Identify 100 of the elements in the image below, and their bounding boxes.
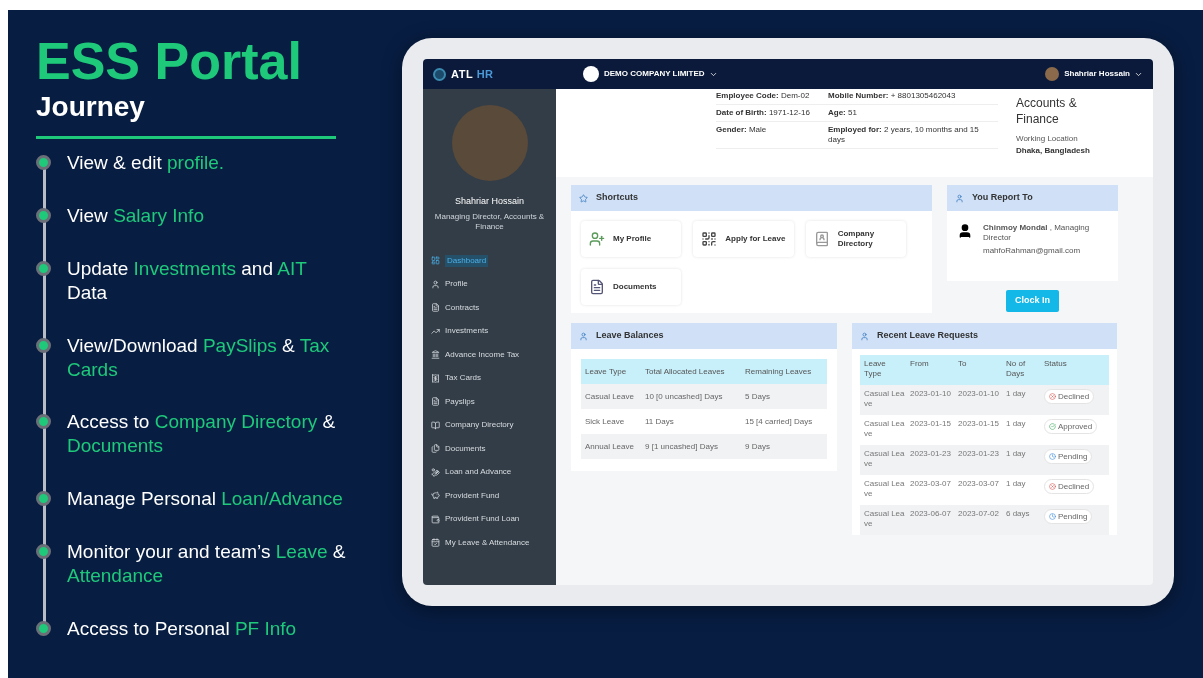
sidebar-user-name: Shahriar Hossain <box>454 195 524 208</box>
table-cell-text: 11 Days <box>645 415 675 428</box>
shortcut-label: Apply for Leave <box>725 234 786 244</box>
status-icon <box>1049 453 1056 460</box>
sidebar-item-label: Dashboard <box>445 254 489 267</box>
profile-field: Employed for: 2 years, 10 months and 15 days <box>828 125 998 149</box>
shortcut-tile[interactable]: Apply for Leave <box>693 221 794 257</box>
person-icon <box>860 331 869 341</box>
sidebar-item-label: Investments <box>445 325 489 338</box>
table-cell-text: 2023-01-15 <box>958 419 1000 429</box>
sidebar-item[interactable]: Loan and Advance <box>429 461 550 484</box>
person-icon <box>957 223 973 239</box>
table-cell-text: 1 day <box>1006 419 1027 429</box>
slide-subtitle: Journey <box>36 90 146 124</box>
status-icon <box>1049 483 1056 490</box>
wallet-icon <box>431 514 440 524</box>
person-icon <box>579 331 588 341</box>
column-header: Status <box>1044 359 1068 369</box>
company-selector[interactable]: DEMO COMPANY LIMITED <box>604 68 718 80</box>
table-cell-text: Casual Leave <box>864 509 906 529</box>
sidebar-item-label: Tax Cards <box>445 372 481 385</box>
column-header: Remaining Leaves <box>745 365 813 378</box>
chart-icon <box>431 326 440 336</box>
sidebar-item[interactable]: Profile <box>429 273 550 296</box>
sidebar-item[interactable]: Provident Fund Loan <box>429 508 550 531</box>
table-cell-text: 6 days <box>1006 509 1031 519</box>
sidebar-item-label: Advance Income Tax <box>445 348 520 361</box>
journey-step: Monitor your and team’s Leave & Attendance <box>67 540 346 589</box>
logo: ATL HR <box>451 66 495 82</box>
sidebar-item[interactable]: Provident Fund <box>429 484 550 507</box>
sidebar-item[interactable]: My Leave & Attendance <box>429 531 550 554</box>
column-header: No of Days <box>1006 359 1027 379</box>
journey-step: Manage Personal Loan/Advance <box>67 487 343 512</box>
shortcut-label: My Profile <box>613 234 652 244</box>
sidebar-item-label: Payslips <box>445 395 475 408</box>
contact-book-icon <box>813 231 830 247</box>
table-cell-text: 2023-06-07 <box>910 509 952 519</box>
shortcut-label: Company Directory <box>837 229 876 249</box>
journey-step: Access to Personal PF Info <box>67 616 297 641</box>
department: Accounts & Finance <box>1016 95 1078 127</box>
table-cell-text: Annual Leave <box>585 440 635 453</box>
table-cell-text: 1 day <box>1006 449 1027 459</box>
sidebar-item-label: My Leave & Attendance <box>445 536 530 549</box>
sidebar-item[interactable]: Company Directory <box>429 414 550 437</box>
sidebar-item-label: Profile <box>445 278 468 291</box>
star-icon <box>579 193 588 203</box>
manager-name: Chinmoy Mondal , Managing Director <box>983 223 1091 243</box>
sidebar-item[interactable]: Contracts <box>429 296 550 319</box>
document-icon <box>589 279 605 295</box>
files-icon <box>431 444 440 454</box>
table-cell-text: Sick Leave <box>585 415 626 428</box>
document-icon <box>431 397 440 407</box>
sidebar-item[interactable]: Dashboard <box>429 249 550 272</box>
table-cell-text: 2023-01-10 <box>958 389 1000 399</box>
table-cell-text: 2023-01-23 <box>958 449 1000 459</box>
column-header: From <box>910 359 930 369</box>
card-title: You Report To <box>972 191 1033 205</box>
person-icon <box>431 279 440 289</box>
sidebar-item[interactable]: Advance Income Tax <box>429 343 550 366</box>
piggy-bank-icon <box>431 491 440 501</box>
profile-field: Date of Birth: 1971-12-16 <box>716 108 828 122</box>
table-cell-text: 9 Days <box>745 440 771 453</box>
dashboard-icon <box>431 256 440 266</box>
person-icon <box>955 193 964 203</box>
sidebar-user-role: Managing Director, Accounts & Finance <box>433 211 546 232</box>
sidebar-item-label: Contracts <box>445 301 480 314</box>
sidebar-item[interactable]: Tax Cards <box>429 367 550 390</box>
table-cell-text: 2023-03-07 <box>910 479 952 489</box>
shortcut-tile[interactable]: Documents <box>581 269 682 305</box>
location: Dhaka, Bangladesh <box>1016 145 1091 157</box>
journey-step: Update Investments and AIT Data <box>67 256 346 305</box>
user-menu[interactable]: Shahriar Hossain <box>1064 68 1143 80</box>
profile-field: Gender: Male <box>716 125 828 149</box>
manager-email: mahfoRahman@gmail.com <box>983 245 1082 257</box>
profile-field: Employee Code: Dem-02 <box>716 91 828 105</box>
status-pill: Declined <box>1044 479 1095 494</box>
profile-field: Mobile Number: + 8801305462043 <box>828 91 998 105</box>
calendar-icon <box>431 538 440 548</box>
table-cell-text: Casual Leave <box>864 449 906 469</box>
sidebar-item[interactable]: Payslips <box>429 390 550 413</box>
table-cell-text: 2023-07-02 <box>958 509 1000 519</box>
sidebar-item-label: Loan and Advance <box>445 466 512 479</box>
logo-mark-icon <box>433 67 446 81</box>
table-cell-text: 2023-01-10 <box>910 389 952 399</box>
shortcut-tile[interactable]: My Profile <box>581 221 682 257</box>
person-plus-icon <box>589 231 605 247</box>
sidebar-item[interactable]: Investments <box>429 320 550 343</box>
sidebar-item[interactable]: Documents <box>429 437 550 460</box>
table-cell-text: 9 [1 uncashed] Days <box>645 440 719 453</box>
card-title: Recent Leave Requests <box>877 329 979 343</box>
column-header: Leave Type <box>864 359 887 379</box>
sidebar-item-label: Documents <box>445 442 486 455</box>
shortcut-tile[interactable]: Company Directory <box>805 221 906 257</box>
column-header: Total Allocated Leaves <box>645 365 726 378</box>
card-title: Shortcuts <box>596 191 638 205</box>
table-cell-text: Casual Leave <box>585 390 635 403</box>
column-header: To <box>958 359 968 369</box>
sidebar-item-label: Provident Fund <box>445 489 500 502</box>
table-cell-text: 5 Days <box>745 390 771 403</box>
profile-field: Age: 51 <box>828 108 998 122</box>
